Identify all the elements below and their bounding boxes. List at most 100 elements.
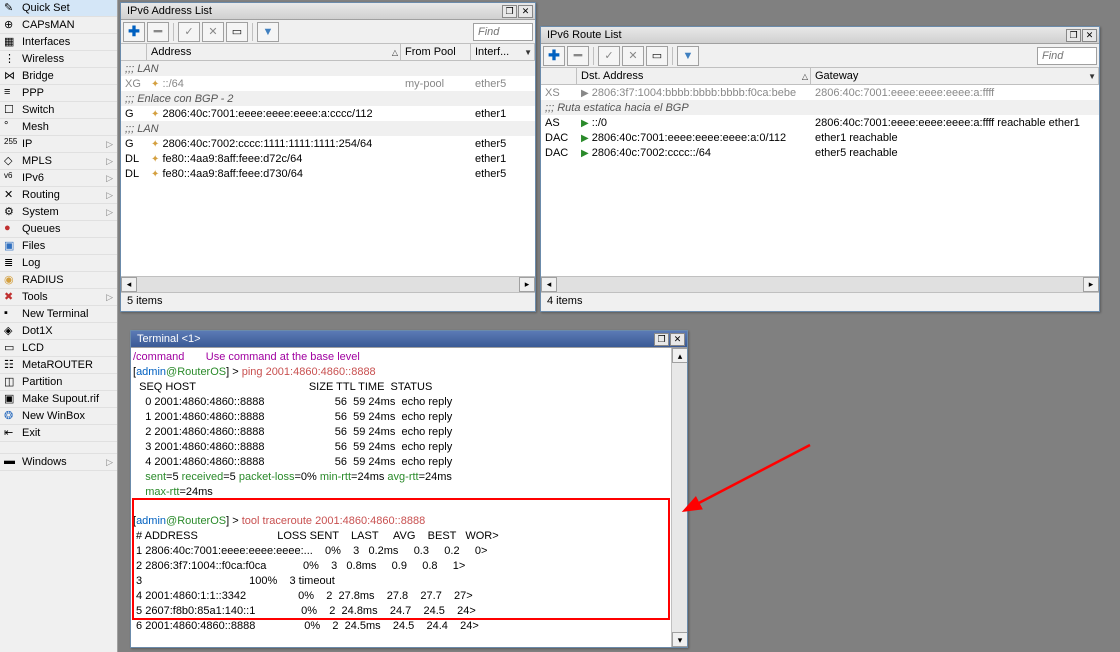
sidebar-item-ppp[interactable]: ≡PPP — [0, 85, 117, 102]
table-row[interactable]: G✦ 2806:40c:7002:cccc:1111:1111:1111:254… — [121, 136, 535, 151]
sidebar-item-wireless[interactable]: ⋮Wireless — [0, 51, 117, 68]
comment-row[interactable]: ;;; Enlace con BGP - 2 — [121, 91, 535, 106]
term-line: 1 2806:40c:7001:eeee:eeee:eeee:... 0% 3 … — [133, 545, 487, 557]
sidebar-item-routing[interactable]: ✕Routing▷ — [0, 187, 117, 204]
comment-icon: ▭ — [232, 25, 242, 38]
x-icon: ✕ — [208, 25, 217, 38]
sidebar-item-new-winbox[interactable]: ❂New WinBox — [0, 408, 117, 425]
address-icon: ✦ — [151, 169, 159, 180]
main-sidebar: ✎Quick Set ⊕CAPsMAN ▦Interfaces ⋮Wireles… — [0, 0, 118, 652]
sidebar-item-queues[interactable]: ●Queues — [0, 221, 117, 238]
terminal-body[interactable]: /command Use command at the base level [… — [131, 348, 687, 647]
sidebar-item-exit[interactable]: ⇤Exit — [0, 425, 117, 442]
term-line: # ADDRESS LOSS SENT LAST AVG BEST WOR> — [133, 530, 499, 542]
filter-button[interactable]: ▼ — [257, 22, 279, 42]
scroll-left-button[interactable]: ◂ — [121, 277, 137, 292]
add-button[interactable]: ✚ — [123, 22, 145, 42]
term-line: 2 2806:3f7:1004::f0ca:f0ca 0% 3 0.8ms 0.… — [133, 560, 465, 572]
col-flags[interactable] — [541, 68, 577, 84]
comment-row[interactable]: ;;; Ruta estatica hacia el BGP — [541, 100, 1099, 115]
term-line: 1 2001:4860:4860::8888 56 59 24ms echo r… — [133, 411, 452, 423]
enable-button[interactable]: ✓ — [598, 46, 620, 66]
col-address[interactable]: Address△ — [147, 44, 401, 60]
sidebar-item-system[interactable]: ⚙System▷ — [0, 204, 117, 221]
table-row[interactable]: DAC▶ 2806:40c:7001:eeee:eeee:eeee:a:0/11… — [541, 130, 1099, 145]
col-gateway[interactable]: Gateway▼ — [811, 68, 1099, 84]
restore-button[interactable]: ❐ — [502, 5, 517, 18]
col-dst-address[interactable]: Dst. Address△ — [577, 68, 811, 84]
close-button[interactable]: ✕ — [670, 333, 685, 346]
titlebar[interactable]: Terminal <1> ❐ ✕ — [131, 331, 687, 348]
sidebar-item-files[interactable]: ▣Files — [0, 238, 117, 255]
sidebar-item-mpls[interactable]: ◇MPLS▷ — [0, 153, 117, 170]
sidebar-item-radius[interactable]: ◉RADIUS — [0, 272, 117, 289]
titlebar[interactable]: IPv6 Route List ❐ ✕ — [541, 27, 1099, 44]
sidebar-item-switch[interactable]: ☐Switch — [0, 102, 117, 119]
col-interface[interactable]: Interf...▼ — [471, 44, 535, 60]
add-button[interactable]: ✚ — [543, 46, 565, 66]
table-row[interactable]: XG✦ ::/64my-poolether5 — [121, 76, 535, 91]
table-row[interactable]: DAC▶ 2806:40c:7002:cccc::/64ether5 reach… — [541, 145, 1099, 160]
enable-button[interactable]: ✓ — [178, 22, 200, 42]
grid-header: Address△ From Pool Interf...▼ — [121, 44, 535, 61]
comment-button[interactable]: ▭ — [226, 22, 248, 42]
scrollbar-vertical[interactable]: ▴ ▾ — [671, 348, 687, 647]
sidebar-item-lcd[interactable]: ▭LCD — [0, 340, 117, 357]
disable-button[interactable]: ✕ — [622, 46, 644, 66]
remove-button[interactable]: ━ — [567, 46, 589, 66]
restore-button[interactable]: ❐ — [1066, 29, 1081, 42]
find-input[interactable] — [1037, 47, 1097, 65]
sidebar-item-ip[interactable]: 255IP▷ — [0, 136, 117, 153]
table-row[interactable]: XS▶ 2806:3f7:1004:bbbb:bbbb:bbbb:f0ca:be… — [541, 85, 1099, 100]
sidebar-item-tools[interactable]: ✖Tools▷ — [0, 289, 117, 306]
table-row[interactable]: G✦ 2806:40c:7001:eeee:eeee:eeee:a:cccc/1… — [121, 106, 535, 121]
sidebar-item-quickset[interactable]: ✎Quick Set — [0, 0, 117, 17]
sidebar-item-new-terminal[interactable]: ▪New Terminal — [0, 306, 117, 323]
sort-asc-icon: △ — [802, 72, 808, 81]
sidebar-item-windows[interactable]: ▬Windows▷ — [0, 454, 117, 471]
close-button[interactable]: ✕ — [518, 5, 533, 18]
table-row[interactable]: AS▶ ::/02806:40c:7001:eeee:eeee:eeee:a:f… — [541, 115, 1099, 130]
sidebar-item-interfaces[interactable]: ▦Interfaces — [0, 34, 117, 51]
sidebar-item-log[interactable]: ≣Log — [0, 255, 117, 272]
titlebar[interactable]: IPv6 Address List ❐ ✕ — [121, 3, 535, 20]
address-icon: ✦ — [151, 109, 159, 120]
disable-button[interactable]: ✕ — [202, 22, 224, 42]
sidebar-item-make-supout[interactable]: ▣Make Supout.rif — [0, 391, 117, 408]
remove-button[interactable]: ━ — [147, 22, 169, 42]
funnel-icon: ▼ — [683, 50, 694, 62]
scroll-down-button[interactable]: ▾ — [672, 632, 687, 647]
grid-body[interactable]: ;;; LAN XG✦ ::/64my-poolether5 ;;; Enlac… — [121, 61, 535, 276]
term-line: 4 2001:4860:4860::8888 56 59 24ms echo r… — [133, 456, 452, 468]
table-row[interactable]: DL✦ fe80::4aa9:8aff:feee:d730/64ether5 — [121, 166, 535, 181]
sidebar-item-metarouter[interactable]: ☷MetaROUTER — [0, 357, 117, 374]
restore-button[interactable]: ❐ — [654, 333, 669, 346]
sidebar-item-bridge[interactable]: ⋈Bridge — [0, 68, 117, 85]
close-button[interactable]: ✕ — [1082, 29, 1097, 42]
comment-button[interactable]: ▭ — [646, 46, 668, 66]
table-row[interactable]: DL✦ fe80::4aa9:8aff:feee:d72c/64ether1 — [121, 151, 535, 166]
grid-body[interactable]: XS▶ 2806:3f7:1004:bbbb:bbbb:bbbb:f0ca:be… — [541, 85, 1099, 276]
scrollbar-horizontal[interactable]: ◂▸ — [121, 276, 535, 292]
scrollbar-horizontal[interactable]: ◂▸ — [541, 276, 1099, 292]
term-line: /command Use command at the base level — [133, 351, 360, 363]
sidebar-item-partition[interactable]: ◫Partition — [0, 374, 117, 391]
filter-button[interactable]: ▼ — [677, 46, 699, 66]
sidebar-item-mesh[interactable]: °Mesh — [0, 119, 117, 136]
scroll-right-button[interactable]: ▸ — [519, 277, 535, 292]
term-line: 4 2001:4860:1:1::3342 0% 2 27.8ms 27.8 2… — [133, 590, 473, 602]
sidebar-item-capsman[interactable]: ⊕CAPsMAN — [0, 17, 117, 34]
sidebar-item-dot1x[interactable]: ◈Dot1X — [0, 323, 117, 340]
scroll-right-button[interactable]: ▸ — [1083, 277, 1099, 292]
term-line: max-rtt=24ms — [133, 486, 213, 498]
scroll-up-button[interactable]: ▴ — [672, 348, 687, 363]
col-frompool[interactable]: From Pool — [401, 44, 471, 60]
comment-row[interactable]: ;;; LAN — [121, 61, 535, 76]
col-flags[interactable] — [121, 44, 147, 60]
comment-row[interactable]: ;;; LAN — [121, 121, 535, 136]
find-input[interactable] — [473, 23, 533, 41]
comment-icon: ▭ — [652, 49, 662, 62]
submenu-arrow-icon: ▷ — [106, 207, 113, 218]
scroll-left-button[interactable]: ◂ — [541, 277, 557, 292]
sidebar-item-ipv6[interactable]: v6IPv6▷ — [0, 170, 117, 187]
